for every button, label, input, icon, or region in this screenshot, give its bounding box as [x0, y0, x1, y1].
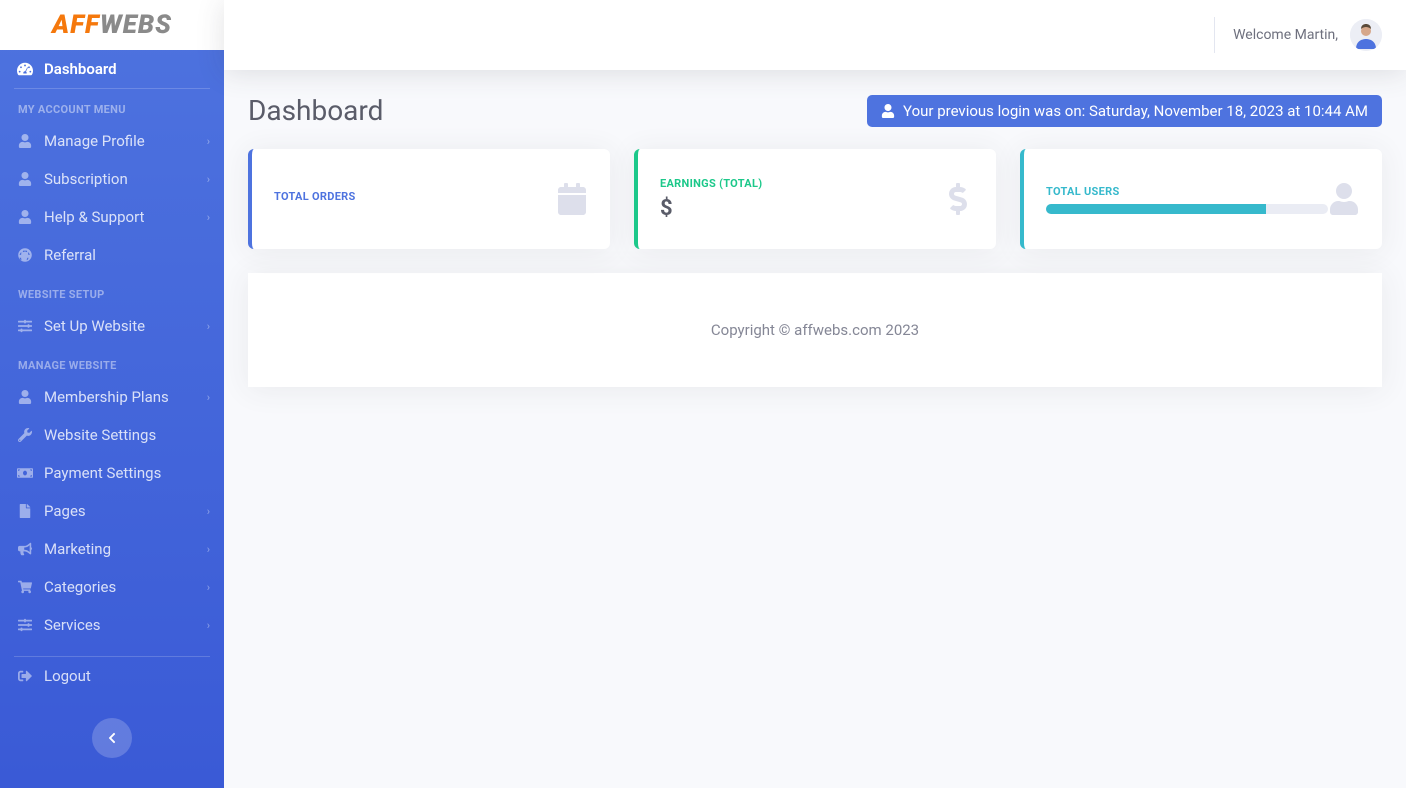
sidebar-item-categories[interactable]: Categories ›	[0, 568, 224, 606]
sidebar-item-subscription[interactable]: Subscription ›	[0, 160, 224, 198]
sidebar-item-label: Set Up Website	[44, 317, 145, 335]
chevron-right-icon: ›	[207, 619, 210, 632]
chevron-right-icon: ›	[207, 391, 210, 404]
sidebar-item-label: Membership Plans	[44, 388, 169, 406]
money-bill-icon	[16, 466, 34, 480]
welcome-text: Welcome Martin,	[1233, 27, 1338, 43]
user-icon	[16, 210, 34, 224]
sidebar-item-label: Referral	[44, 246, 96, 264]
chevron-right-icon: ›	[207, 320, 210, 333]
dollar-icon	[942, 183, 974, 215]
calendar-icon	[556, 183, 588, 215]
sign-out-icon	[16, 669, 34, 683]
card-total-orders: TOTAL ORDERS	[248, 149, 610, 249]
sidebar-item-logout[interactable]: Logout	[0, 657, 224, 695]
avatar	[1350, 19, 1382, 51]
page-title: Dashboard	[248, 94, 383, 127]
sidebar-item-services[interactable]: Services ›	[0, 606, 224, 644]
nav-heading-manage: MANAGE WEBSITE	[0, 345, 224, 378]
copyright-text: Copyright © affwebs.com 2023	[711, 321, 919, 339]
users-progress-bar	[1046, 204, 1266, 214]
nav-heading-account: MY ACCOUNT MENU	[0, 89, 224, 122]
sidebar-item-label: Payment Settings	[44, 464, 161, 482]
topbar-divider	[1214, 17, 1215, 53]
wrench-icon	[16, 428, 34, 442]
sidebar-item-manage-profile[interactable]: Manage Profile ›	[0, 122, 224, 160]
user-icon	[16, 172, 34, 186]
nav-heading-setup: WEBSITE SETUP	[0, 274, 224, 307]
sidebar-item-help-support[interactable]: Help & Support ›	[0, 198, 224, 236]
sidebar038-item-label: Logout	[44, 667, 91, 685]
sidebar-item-website-settings[interactable]: Website Settings	[0, 416, 224, 454]
sidebar-item-pages[interactable]: Pages ›	[0, 492, 224, 530]
globe-icon	[16, 248, 34, 262]
tachometer-icon	[16, 61, 34, 77]
file-icon	[16, 504, 34, 518]
footer: Copyright © affwebs.com 2023	[248, 273, 1382, 387]
chevron-right-icon: ›	[207, 173, 210, 186]
sidebar-collapse-button[interactable]	[92, 718, 132, 758]
sidebar-item-marketing[interactable]: Marketing ›	[0, 530, 224, 568]
user-icon	[1328, 183, 1360, 215]
sidebar-item-label: Dashboard	[44, 60, 117, 78]
card-earnings-total: EARNINGS (TOTAL) $	[634, 149, 996, 249]
brand-logo[interactable]: AFFWEBS	[0, 0, 224, 50]
user-icon	[16, 134, 34, 148]
chevron-left-icon	[106, 732, 118, 744]
sidebar-item-setup-website[interactable]: Set Up Website ›	[0, 307, 224, 345]
chevron-right-icon: ›	[207, 543, 210, 556]
user-menu[interactable]: Welcome Martin,	[1233, 19, 1382, 51]
card-total-users: TOTAL USERS	[1020, 149, 1382, 249]
sidebar-item-label: Help & Support	[44, 208, 144, 226]
users-progress	[1046, 204, 1328, 214]
sidebar-item-payment-settings[interactable]: Payment Settings	[0, 454, 224, 492]
chevron-right-icon: ›	[207, 581, 210, 594]
user-icon	[16, 390, 34, 404]
sidebar-item-label: Marketing	[44, 540, 111, 558]
sliders-icon	[16, 319, 34, 333]
sidebar-item-label: Services	[44, 616, 101, 634]
sidebar: AFFWEBS Dashboard MY ACCOUNT MENU Manage…	[0, 0, 224, 788]
sliders-icon	[16, 618, 34, 632]
login-alert-text: Your previous login was on: Saturday, No…	[903, 102, 1368, 120]
main-content: Dashboard Your previous login was on: Sa…	[224, 70, 1406, 788]
card-label: TOTAL USERS	[1046, 185, 1328, 198]
card-value: $	[660, 196, 942, 221]
sidebar-item-membership-plans[interactable]: Membership Plans ›	[0, 378, 224, 416]
previous-login-alert: Your previous login was on: Saturday, No…	[867, 95, 1382, 127]
sidebar-item-label: Website Settings	[44, 426, 156, 444]
chevron-right-icon: ›	[207, 135, 210, 148]
sidebar-item-label: Subscription	[44, 170, 128, 188]
brand-part2: WEBS	[100, 10, 172, 40]
bullhorn-icon	[16, 542, 34, 556]
sidebar-item-label: Categories	[44, 578, 116, 596]
sidebar-item-label: Pages	[44, 502, 86, 520]
chevron-right-icon: ›	[207, 505, 210, 518]
sidebar-item-dashboard[interactable]: Dashboard	[0, 50, 224, 88]
user-icon	[881, 104, 895, 118]
topbar: Welcome Martin,	[224, 0, 1406, 70]
card-label: TOTAL ORDERS	[274, 190, 556, 203]
brand-part1: AFF	[52, 10, 100, 40]
sidebar-item-label: Manage Profile	[44, 132, 145, 150]
chevron-right-icon: ›	[207, 211, 210, 224]
cart-icon	[16, 580, 34, 594]
card-label: EARNINGS (TOTAL)	[660, 177, 942, 190]
sidebar-item-referral[interactable]: Referral	[0, 236, 224, 274]
